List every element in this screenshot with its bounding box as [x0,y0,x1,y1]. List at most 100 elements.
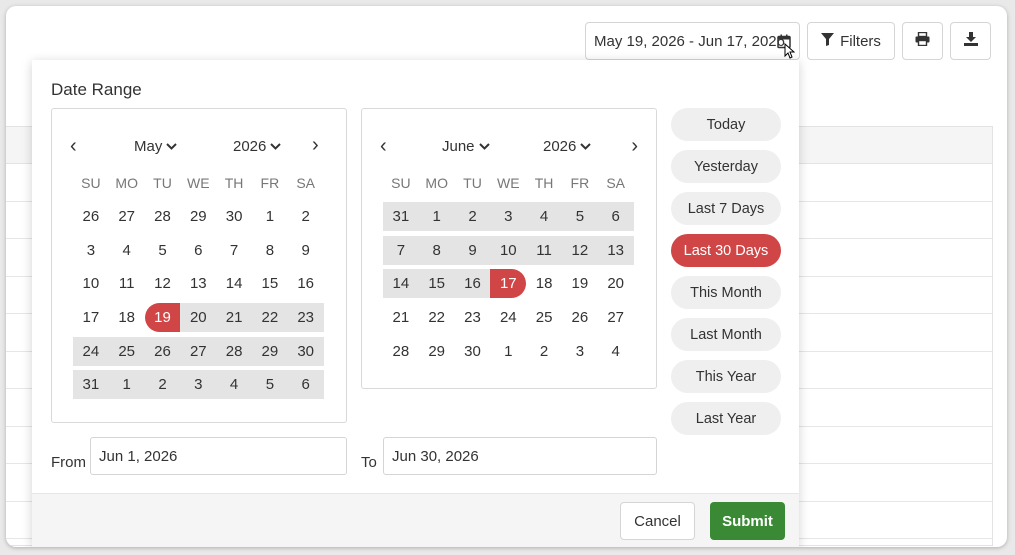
calendar-day[interactable]: 8 [418,235,455,265]
calendar-day[interactable]: 7 [383,235,419,265]
calendar-day[interactable]: 1 [490,337,526,366]
calendar-day[interactable]: 3 [180,370,217,400]
calendar-day[interactable]: 4 [598,337,634,366]
calendar-day[interactable]: 6 [597,202,634,232]
calendar-day[interactable]: 3 [73,236,109,265]
calendar-day[interactable]: 4 [526,202,562,232]
calendar-day[interactable]: 17 [73,303,109,332]
calendar-day[interactable]: 22 [419,303,455,332]
calendar-day[interactable]: 5 [145,236,181,265]
calendar-day[interactable]: 4 [216,370,252,400]
download-button[interactable] [950,22,991,60]
calendar-day[interactable]: 26 [73,202,109,231]
calendar-day[interactable]: 19 [562,269,598,298]
calendar-day[interactable]: 26 [562,303,598,332]
calendar-day[interactable]: 8 [252,236,288,265]
calendar-day[interactable]: 1 [108,370,145,400]
calendar-day[interactable]: 3 [490,202,527,232]
calendar-day[interactable]: 2 [288,202,324,231]
chevron-left-icon[interactable]: ‹ [70,135,77,158]
calendar-day[interactable]: 24 [490,303,526,332]
preset-today-button[interactable]: Today [671,108,781,141]
calendar-day[interactable]: 30 [216,202,252,231]
preset-this-month-button[interactable]: This Month [671,276,781,309]
calendar-day[interactable]: 6 [287,370,324,400]
calendar-day[interactable]: 12 [145,269,181,298]
calendar-day[interactable]: 23 [287,303,324,333]
calendar-day[interactable]: 29 [251,336,288,366]
calendar-day[interactable]: 30 [455,337,491,366]
calendar-day[interactable]: 12 [561,235,598,265]
preset-list: Today Yesterday Last 7 Days Last 30 Days Thi… [671,108,781,444]
calendar-day[interactable]: 15 [418,269,455,299]
day-grid: 26 27 28 29 30 1 2 3 4 5 6 7 8 9 10 11 12 13 14 15 16 17 18 19 2… [73,200,324,402]
calendar-day[interactable]: 1 [252,202,288,231]
preset-last-year-button[interactable]: Last Year [671,402,781,435]
year-select[interactable]: 2026 [233,138,282,155]
calendar-day[interactable]: 3 [562,337,598,366]
calendar-day[interactable]: 21 [383,303,419,332]
calendar-day[interactable]: 2 [144,370,181,400]
to-date-input[interactable] [383,437,657,475]
to-label: To [361,454,377,471]
calendar-day[interactable]: 20 [598,269,634,298]
calendar-day[interactable]: 30 [287,336,324,366]
calendar-day[interactable]: 29 [180,202,216,231]
calendar-day[interactable]: 9 [288,236,324,265]
preset-yesterday-button[interactable]: Yesterday [671,150,781,183]
calendar-day[interactable]: 14 [216,269,252,298]
calendar-day[interactable]: 27 [598,303,634,332]
preset-last-7-days-button[interactable]: Last 7 Days [671,192,781,225]
calendar-day[interactable]: 27 [180,336,217,366]
calendar-day[interactable]: 18 [526,269,562,298]
calendar-day[interactable]: 22 [251,303,288,333]
calendar-day[interactable]: 5 [561,202,598,232]
calendar-day[interactable]: 25 [526,303,562,332]
from-date-input[interactable] [90,437,347,475]
calendar-day[interactable]: 29 [419,337,455,366]
calendar-day[interactable]: 7 [216,236,252,265]
calendar-day[interactable]: 18 [109,303,145,332]
calendar-day[interactable]: 9 [454,235,491,265]
calendar-day[interactable]: 19 [144,303,181,333]
calendar-day[interactable]: 15 [252,269,288,298]
calendar-day[interactable]: 16 [454,269,491,299]
calendar-day[interactable]: 16 [288,269,324,298]
calendar-day[interactable]: 31 [383,202,419,232]
filter-icon [821,32,835,50]
calendar-day[interactable]: 10 [490,235,527,265]
calendar-day[interactable]: 11 [526,235,562,265]
calendar-day[interactable]: 31 [73,370,109,400]
calendar-day[interactable]: 27 [109,202,145,231]
calendar-day[interactable]: 21 [216,303,252,333]
preset-this-year-button[interactable]: This Year [671,360,781,393]
calendar-day[interactable]: 28 [383,337,419,366]
date-range-button[interactable]: May 19, 2026 - Jun 17, 2026 [585,22,800,60]
calendar-day[interactable]: 25 [108,336,145,366]
month-select[interactable]: May [134,138,178,155]
calendar-day[interactable]: 28 [216,336,252,366]
cancel-button[interactable]: Cancel [620,502,695,540]
calendar-day[interactable]: 20 [180,303,217,333]
calendar-day[interactable]: 4 [109,236,145,265]
calendar-day[interactable]: 10 [73,269,109,298]
calendar-day[interactable]: 28 [145,202,181,231]
calendar-day[interactable]: 26 [144,336,181,366]
calendar-day[interactable]: 14 [383,269,419,299]
calendar-day[interactable]: 2 [454,202,491,232]
preset-last-30-days-button[interactable]: Last 30 Days [671,234,781,267]
calendar-day[interactable]: 5 [251,370,288,400]
filters-button[interactable]: Filters [807,22,895,60]
calendar-day[interactable]: 6 [180,236,216,265]
print-button[interactable] [902,22,943,60]
calendar-day[interactable]: 2 [526,337,562,366]
calendar-day[interactable]: 11 [109,269,145,298]
calendar-day[interactable]: 13 [180,269,216,298]
preset-last-month-button[interactable]: Last Month [671,318,781,351]
submit-button[interactable]: Submit [710,502,785,540]
calendar-day[interactable]: 1 [418,202,455,232]
calendar-day[interactable]: 23 [455,303,491,332]
calendar-day[interactable]: 17 [490,269,527,299]
calendar-day[interactable]: 24 [73,336,109,366]
calendar-day[interactable]: 13 [597,235,634,265]
